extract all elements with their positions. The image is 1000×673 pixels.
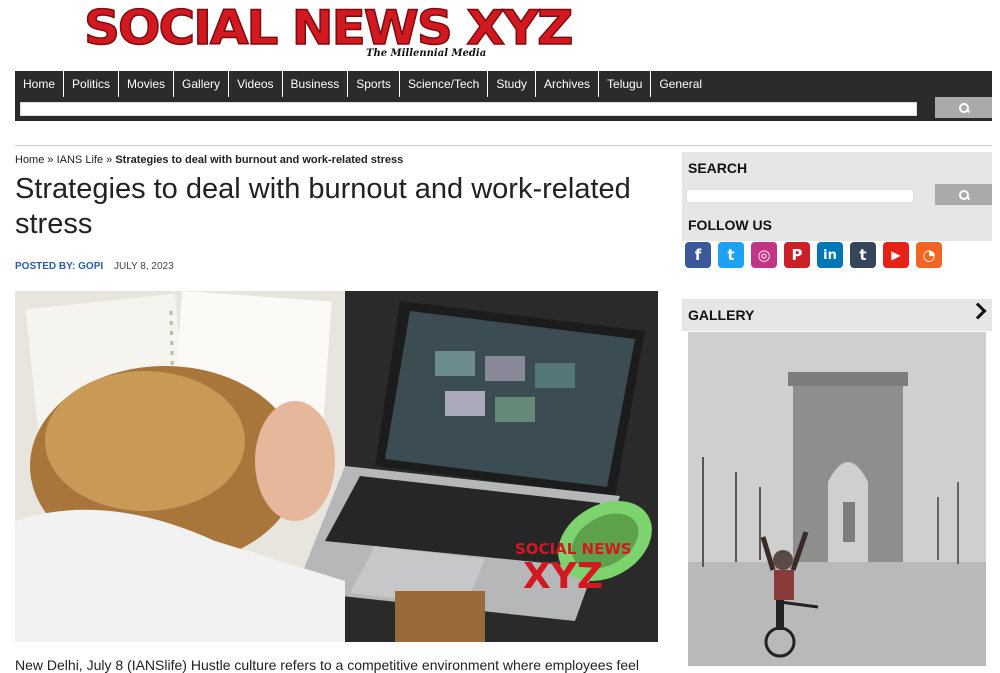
article-hero-image: SOCIAL NEWS XYZ (15, 291, 658, 642)
article-meta: POSTED BY: GOPI JULY 8, 2023 (15, 261, 174, 272)
follow-us-heading: FOLLOW US (682, 209, 992, 241)
nav-study[interactable]: Study (488, 71, 536, 97)
sidebar-search-input[interactable] (686, 189, 914, 203)
search-icon (958, 189, 969, 200)
breadcrumb-category[interactable]: IANS Life (57, 154, 103, 166)
youtube-icon[interactable]: ▶ (883, 242, 909, 268)
article-body-start: New Delhi, July 8 (IANSlife) Hustle cult… (15, 657, 640, 673)
breadcrumb-home[interactable]: Home (15, 154, 44, 166)
search-icon (958, 102, 969, 113)
nav-telugu[interactable]: Telugu (599, 71, 652, 97)
site-logo[interactable]: SOCIAL NEWS XYZ The Millennial Media (83, 0, 574, 62)
sidebar-search-button[interactable] (935, 184, 992, 205)
post-date: JULY 8, 2023 (113, 261, 174, 272)
india-gate-rain-photo (688, 332, 986, 666)
breadcrumb-separator: » (47, 154, 54, 166)
instagram-icon[interactable]: ◎ (751, 242, 777, 268)
breadcrumb-separator: » (106, 154, 113, 166)
nav-general[interactable]: General (651, 71, 710, 97)
logo-tagline: The Millennial Media (366, 48, 487, 59)
social-links: f t ◎ P in t ▶ ◔ (685, 242, 942, 268)
divider (15, 145, 992, 146)
linkedin-icon[interactable]: in (817, 242, 843, 268)
posted-by[interactable]: POSTED BY: GOPI (15, 261, 103, 272)
nav-science-tech[interactable]: Science/Tech (400, 71, 489, 97)
nav-sports[interactable]: Sports (348, 71, 400, 97)
header-search-input[interactable] (20, 102, 917, 116)
header-search-bar (15, 97, 992, 121)
header-search-button[interactable] (935, 97, 992, 118)
pinterest-icon[interactable]: P (784, 242, 810, 268)
nav-movies[interactable]: Movies (119, 71, 175, 97)
sidebar-search (682, 184, 992, 209)
gallery-heading: GALLERY (682, 299, 992, 331)
nav-business[interactable]: Business (283, 71, 349, 97)
nav-politics[interactable]: Politics (64, 71, 120, 97)
main-nav: Home Politics Movies Gallery Videos Busi… (15, 71, 992, 97)
sidebar-search-heading: SEARCH (682, 152, 992, 184)
nav-archives[interactable]: Archives (536, 71, 600, 97)
stressed-woman-laptop-illustration: SOCIAL NEWS XYZ (15, 291, 658, 642)
nav-videos[interactable]: Videos (229, 71, 283, 97)
tumblr-icon[interactable]: t (850, 242, 876, 268)
twitter-icon[interactable]: t (718, 242, 744, 268)
nav-gallery[interactable]: Gallery (174, 71, 230, 97)
article-title: Strategies to deal with burnout and work… (15, 173, 631, 240)
breadcrumb-current: Strategies to deal with burnout and work… (115, 154, 404, 166)
nav-home[interactable]: Home (15, 71, 65, 97)
rss-icon[interactable]: ◔ (916, 242, 942, 268)
logo-text: SOCIAL NEWS XYZ (83, 0, 574, 56)
facebook-icon[interactable]: f (685, 242, 711, 268)
gallery-image[interactable] (688, 332, 986, 666)
watermark-xyz: XYZ (523, 556, 603, 597)
breadcrumb: Home » IANS Life » Strategies to deal wi… (15, 154, 403, 166)
